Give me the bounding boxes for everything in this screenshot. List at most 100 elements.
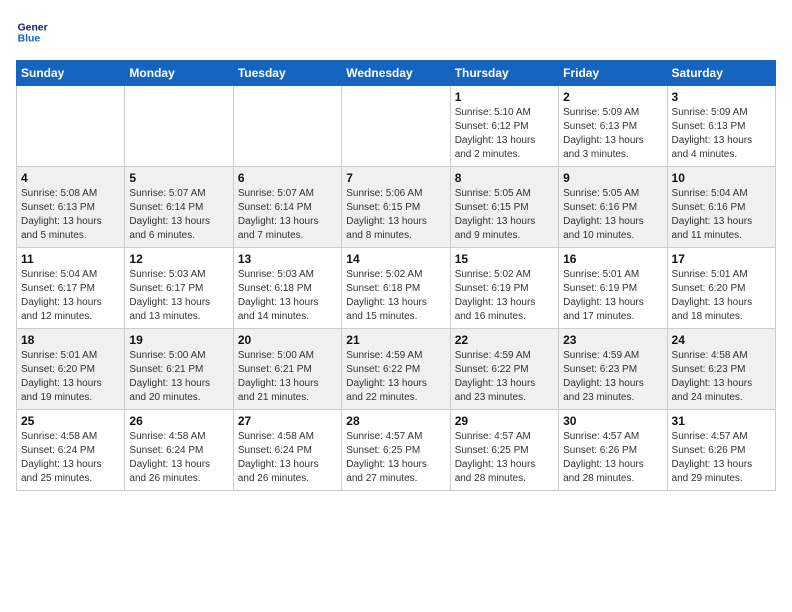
day-info: Sunrise: 4:59 AM Sunset: 6:22 PM Dayligh… — [346, 349, 445, 405]
calendar-cell: 22 Sunrise: 4:59 AM Sunset: 6:22 PM Dayli… — [450, 329, 558, 410]
calendar-cell: 25 Sunrise: 4:58 AM Sunset: 6:24 PM Dayli… — [17, 410, 125, 491]
day-number: 29 — [455, 414, 554, 428]
calendar-cell: 12 Sunrise: 5:03 AM Sunset: 6:17 PM Dayli… — [125, 248, 233, 329]
day-info: Sunrise: 5:07 AM Sunset: 6:14 PM Dayligh… — [129, 187, 228, 243]
calendar-cell: 27 Sunrise: 4:58 AM Sunset: 6:24 PM Dayli… — [233, 410, 341, 491]
calendar-cell: 4 Sunrise: 5:08 AM Sunset: 6:13 PM Daylig… — [17, 167, 125, 248]
calendar-cell: 28 Sunrise: 4:57 AM Sunset: 6:25 PM Dayli… — [342, 410, 450, 491]
day-info: Sunrise: 5:02 AM Sunset: 6:19 PM Dayligh… — [455, 268, 554, 324]
day-info: Sunrise: 5:04 AM Sunset: 6:17 PM Dayligh… — [21, 268, 120, 324]
day-info: Sunrise: 5:00 AM Sunset: 6:21 PM Dayligh… — [129, 349, 228, 405]
day-info: Sunrise: 5:01 AM Sunset: 6:20 PM Dayligh… — [672, 268, 771, 324]
calendar-cell: 3Sunrise: 5:09 AM Sunset: 6:13 PM Daylig… — [667, 86, 775, 167]
day-info: Sunrise: 5:02 AM Sunset: 6:18 PM Dayligh… — [346, 268, 445, 324]
day-number: 8 — [455, 171, 554, 185]
day-number: 5 — [129, 171, 228, 185]
day-number: 7 — [346, 171, 445, 185]
day-number: 13 — [238, 252, 337, 266]
day-info: Sunrise: 5:06 AM Sunset: 6:15 PM Dayligh… — [346, 187, 445, 243]
day-number: 18 — [21, 333, 120, 347]
day-info: Sunrise: 4:58 AM Sunset: 6:24 PM Dayligh… — [238, 430, 337, 486]
day-info: Sunrise: 4:58 AM Sunset: 6:24 PM Dayligh… — [21, 430, 120, 486]
day-number: 4 — [21, 171, 120, 185]
calendar-cell — [342, 86, 450, 167]
calendar-cell — [233, 86, 341, 167]
calendar-cell: 26Sunrise: 4:58 AM Sunset: 6:24 PM Dayli… — [125, 410, 233, 491]
svg-text:Blue: Blue — [18, 34, 41, 45]
day-info: Sunrise: 5:01 AM Sunset: 6:20 PM Dayligh… — [21, 349, 120, 405]
calendar-cell: 9Sunrise: 5:05 AM Sunset: 6:16 PM Daylig… — [559, 167, 667, 248]
day-number: 31 — [672, 414, 771, 428]
day-number: 30 — [563, 414, 662, 428]
svg-text:General: General — [18, 22, 48, 33]
day-info: Sunrise: 5:03 AM Sunset: 6:17 PM Dayligh… — [129, 268, 228, 324]
day-number: 11 — [21, 252, 120, 266]
calendar-cell: 16 Sunrise: 5:01 AM Sunset: 6:19 PM Dayli… — [559, 248, 667, 329]
day-info: Sunrise: 5:00 AM Sunset: 6:21 PM Dayligh… — [238, 349, 337, 405]
day-number: 22 — [455, 333, 554, 347]
day-info: Sunrise: 5:03 AM Sunset: 6:18 PM Dayligh… — [238, 268, 337, 324]
calendar-week-row: 25 Sunrise: 4:58 AM Sunset: 6:24 PM Dayli… — [17, 410, 776, 491]
day-number: 3 — [672, 90, 771, 104]
day-info: Sunrise: 5:08 AM Sunset: 6:13 PM Dayligh… — [21, 187, 120, 243]
day-info: Sunrise: 5:04 AM Sunset: 6:16 PM Dayligh… — [672, 187, 771, 243]
day-number: 25 — [21, 414, 120, 428]
day-info: Sunrise: 5:07 AM Sunset: 6:14 PM Dayligh… — [238, 187, 337, 243]
calendar-cell: 24Sunrise: 4:58 AM Sunset: 6:23 PM Dayli… — [667, 329, 775, 410]
calendar-week-row: 18 Sunrise: 5:01 AM Sunset: 6:20 PM Dayli… — [17, 329, 776, 410]
day-of-week-header: Monday — [125, 61, 233, 86]
calendar-cell: 7 Sunrise: 5:06 AM Sunset: 6:15 PM Daylig… — [342, 167, 450, 248]
day-info: Sunrise: 4:59 AM Sunset: 6:23 PM Dayligh… — [563, 349, 662, 405]
day-info: Sunrise: 5:05 AM Sunset: 6:15 PM Dayligh… — [455, 187, 554, 243]
calendar-cell: 6 Sunrise: 5:07 AM Sunset: 6:14 PM Daylig… — [233, 167, 341, 248]
day-info: Sunrise: 4:57 AM Sunset: 6:26 PM Dayligh… — [672, 430, 771, 486]
day-of-week-header: Friday — [559, 61, 667, 86]
calendar-cell: 8 Sunrise: 5:05 AM Sunset: 6:15 PM Daylig… — [450, 167, 558, 248]
calendar-cell: 13 Sunrise: 5:03 AM Sunset: 6:18 PM Dayli… — [233, 248, 341, 329]
calendar-cell: 2 Sunrise: 5:09 AM Sunset: 6:13 PM Daylig… — [559, 86, 667, 167]
day-number: 23 — [563, 333, 662, 347]
day-number: 10 — [672, 171, 771, 185]
day-info: Sunrise: 4:59 AM Sunset: 6:22 PM Dayligh… — [455, 349, 554, 405]
calendar-cell: 18 Sunrise: 5:01 AM Sunset: 6:20 PM Dayli… — [17, 329, 125, 410]
calendar-week-row: 1Sunrise: 5:10 AM Sunset: 6:12 PM Daylig… — [17, 86, 776, 167]
day-number: 20 — [238, 333, 337, 347]
day-number: 16 — [563, 252, 662, 266]
calendar-week-row: 4 Sunrise: 5:08 AM Sunset: 6:13 PM Daylig… — [17, 167, 776, 248]
day-info: Sunrise: 4:57 AM Sunset: 6:25 PM Dayligh… — [346, 430, 445, 486]
calendar-cell: 11 Sunrise: 5:04 AM Sunset: 6:17 PM Dayli… — [17, 248, 125, 329]
calendar-week-row: 11 Sunrise: 5:04 AM Sunset: 6:17 PM Dayli… — [17, 248, 776, 329]
day-info: Sunrise: 4:58 AM Sunset: 6:23 PM Dayligh… — [672, 349, 771, 405]
calendar-cell: 17 Sunrise: 5:01 AM Sunset: 6:20 PM Dayli… — [667, 248, 775, 329]
calendar-table: SundayMondayTuesdayWednesdayThursdayFrid… — [16, 60, 776, 491]
day-number: 17 — [672, 252, 771, 266]
day-number: 6 — [238, 171, 337, 185]
day-number: 14 — [346, 252, 445, 266]
day-number: 12 — [129, 252, 228, 266]
calendar-cell: 10 Sunrise: 5:04 AM Sunset: 6:16 PM Dayli… — [667, 167, 775, 248]
day-number: 15 — [455, 252, 554, 266]
day-info: Sunrise: 5:01 AM Sunset: 6:19 PM Dayligh… — [563, 268, 662, 324]
day-of-week-header: Sunday — [17, 61, 125, 86]
page-header: General Blue — [16, 16, 776, 48]
day-number: 2 — [563, 90, 662, 104]
day-number: 1 — [455, 90, 554, 104]
day-of-week-header: Tuesday — [233, 61, 341, 86]
day-number: 27 — [238, 414, 337, 428]
calendar-cell: 19 Sunrise: 5:00 AM Sunset: 6:21 PM Dayli… — [125, 329, 233, 410]
day-info: Sunrise: 5:09 AM Sunset: 6:13 PM Dayligh… — [563, 106, 662, 162]
calendar-cell: 20 Sunrise: 5:00 AM Sunset: 6:21 PM Dayli… — [233, 329, 341, 410]
day-info: Sunrise: 4:57 AM Sunset: 6:26 PM Dayligh… — [563, 430, 662, 486]
calendar-cell: 29 Sunrise: 4:57 AM Sunset: 6:25 PM Dayli… — [450, 410, 558, 491]
day-number: 28 — [346, 414, 445, 428]
calendar-cell — [125, 86, 233, 167]
day-number: 26 — [129, 414, 228, 428]
day-info: Sunrise: 5:05 AM Sunset: 6:16 PM Dayligh… — [563, 187, 662, 243]
day-number: 21 — [346, 333, 445, 347]
day-number: 19 — [129, 333, 228, 347]
calendar-cell: 1Sunrise: 5:10 AM Sunset: 6:12 PM Daylig… — [450, 86, 558, 167]
day-info: Sunrise: 4:57 AM Sunset: 6:25 PM Dayligh… — [455, 430, 554, 486]
calendar-cell: 23 Sunrise: 4:59 AM Sunset: 6:23 PM Dayli… — [559, 329, 667, 410]
day-of-week-header: Saturday — [667, 61, 775, 86]
logo-icon: General Blue — [16, 16, 48, 48]
